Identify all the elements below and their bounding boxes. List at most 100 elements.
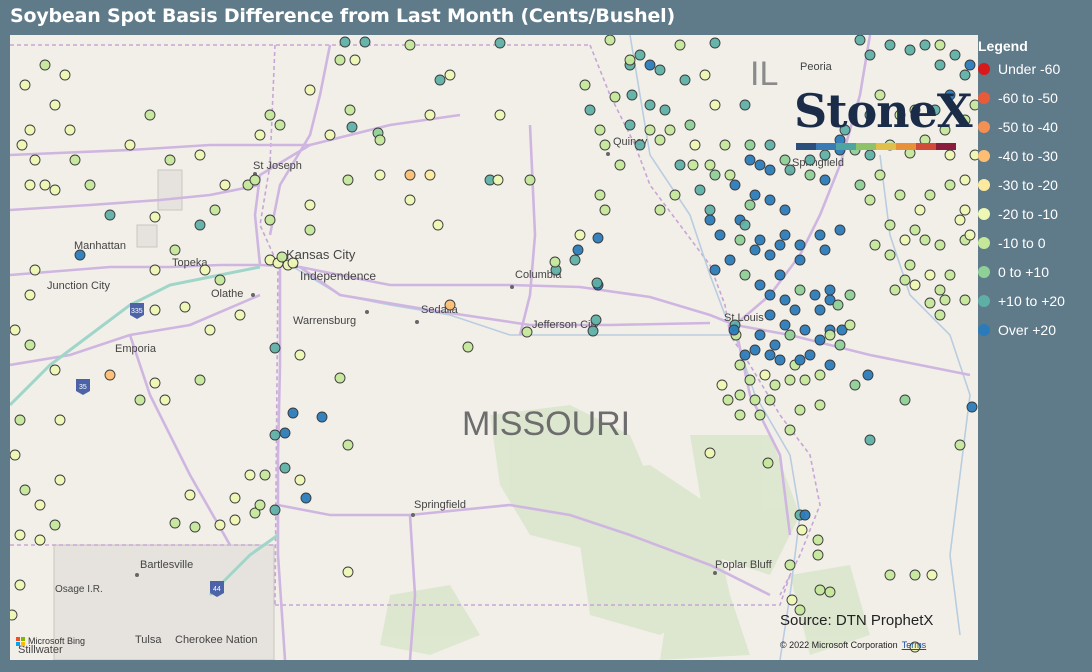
basis-marker[interactable] [722, 394, 734, 406]
basis-marker[interactable] [728, 324, 740, 336]
basis-marker[interactable] [964, 229, 976, 241]
basis-marker[interactable] [749, 189, 761, 201]
basis-marker[interactable] [159, 394, 171, 406]
basis-marker[interactable] [819, 174, 831, 186]
basis-marker[interactable] [709, 37, 721, 49]
basis-marker[interactable] [184, 489, 196, 501]
basis-marker[interactable] [864, 49, 876, 61]
basis-marker[interactable] [824, 359, 836, 371]
basis-marker[interactable] [814, 229, 826, 241]
basis-marker[interactable] [29, 154, 41, 166]
basis-marker[interactable] [624, 119, 636, 131]
basis-marker[interactable] [864, 434, 876, 446]
basis-marker[interactable] [254, 129, 266, 141]
basis-marker[interactable] [316, 411, 328, 423]
basis-marker[interactable] [884, 219, 896, 231]
basis-marker[interactable] [739, 219, 751, 231]
basis-marker[interactable] [832, 299, 844, 311]
basis-marker[interactable] [939, 294, 951, 306]
basis-marker[interactable] [734, 234, 746, 246]
basis-marker[interactable] [894, 189, 906, 201]
basis-marker[interactable] [754, 159, 766, 171]
basis-marker[interactable] [84, 179, 96, 191]
basis-marker[interactable] [194, 149, 206, 161]
basis-marker[interactable] [34, 499, 46, 511]
basis-marker[interactable] [744, 139, 756, 151]
basis-marker[interactable] [814, 399, 826, 411]
basis-marker[interactable] [796, 524, 808, 536]
basis-marker[interactable] [739, 99, 751, 111]
basis-marker[interactable] [704, 159, 716, 171]
basis-marker[interactable] [779, 294, 791, 306]
basis-marker[interactable] [914, 204, 926, 216]
basis-marker[interactable] [884, 39, 896, 51]
basis-marker[interactable] [39, 59, 51, 71]
basis-marker[interactable] [919, 39, 931, 51]
basis-marker[interactable] [966, 401, 978, 413]
basis-marker[interactable] [864, 194, 876, 206]
basis-marker[interactable] [774, 239, 786, 251]
basis-marker[interactable] [259, 469, 271, 481]
basis-marker[interactable] [762, 457, 774, 469]
basis-marker[interactable] [587, 325, 599, 337]
basis-marker[interactable] [294, 349, 306, 361]
basis-marker[interactable] [764, 139, 776, 151]
basis-marker[interactable] [744, 199, 756, 211]
basis-marker[interactable] [764, 289, 776, 301]
basis-marker[interactable] [574, 229, 586, 241]
basis-marker[interactable] [524, 174, 536, 186]
basis-marker[interactable] [679, 74, 691, 86]
basis-marker[interactable] [234, 309, 246, 321]
basis-marker[interactable] [254, 499, 266, 511]
basis-marker[interactable] [49, 184, 61, 196]
basis-marker[interactable] [754, 234, 766, 246]
basis-marker[interactable] [590, 314, 602, 326]
basis-marker[interactable] [674, 39, 686, 51]
basis-marker[interactable] [899, 394, 911, 406]
basis-marker[interactable] [269, 504, 281, 516]
basis-marker[interactable] [819, 244, 831, 256]
basis-marker[interactable] [779, 154, 791, 166]
basis-marker[interactable] [194, 219, 206, 231]
basis-marker[interactable] [754, 409, 766, 421]
basis-marker[interactable] [749, 344, 761, 356]
basis-marker[interactable] [604, 35, 616, 46]
basis-marker[interactable] [794, 404, 806, 416]
basis-marker[interactable] [304, 224, 316, 236]
basis-marker[interactable] [279, 462, 291, 474]
basis-marker[interactable] [244, 469, 256, 481]
basis-marker[interactable] [74, 249, 86, 261]
basis-marker[interactable] [434, 74, 446, 86]
basis-marker[interactable] [909, 224, 921, 236]
basis-marker[interactable] [124, 139, 136, 151]
basis-marker[interactable] [814, 334, 826, 346]
basis-marker[interactable] [689, 139, 701, 151]
basis-marker[interactable] [359, 36, 371, 48]
basis-marker[interactable] [149, 211, 161, 223]
basis-marker[interactable] [634, 139, 646, 151]
basis-marker[interactable] [654, 204, 666, 216]
basis-marker[interactable] [704, 214, 716, 226]
basis-marker[interactable] [799, 324, 811, 336]
basis-marker[interactable] [926, 569, 938, 581]
basis-marker[interactable] [719, 139, 731, 151]
basis-marker[interactable] [214, 519, 226, 531]
basis-marker[interactable] [959, 294, 971, 306]
basis-marker[interactable] [854, 179, 866, 191]
basis-marker[interactable] [424, 109, 436, 121]
basis-marker[interactable] [824, 586, 836, 598]
basis-marker[interactable] [39, 179, 51, 191]
basis-marker[interactable] [549, 256, 561, 268]
basis-marker[interactable] [264, 109, 276, 121]
basis-marker[interactable] [324, 129, 336, 141]
basis-marker[interactable] [644, 99, 656, 111]
basis-marker[interactable] [944, 149, 956, 161]
basis-marker[interactable] [699, 69, 711, 81]
basis-marker[interactable] [794, 239, 806, 251]
basis-marker[interactable] [609, 91, 621, 103]
basis-marker[interactable] [764, 164, 776, 176]
basis-marker[interactable] [29, 264, 41, 276]
basis-marker[interactable] [959, 69, 971, 81]
basis-marker[interactable] [814, 304, 826, 316]
basis-marker[interactable] [584, 104, 596, 116]
